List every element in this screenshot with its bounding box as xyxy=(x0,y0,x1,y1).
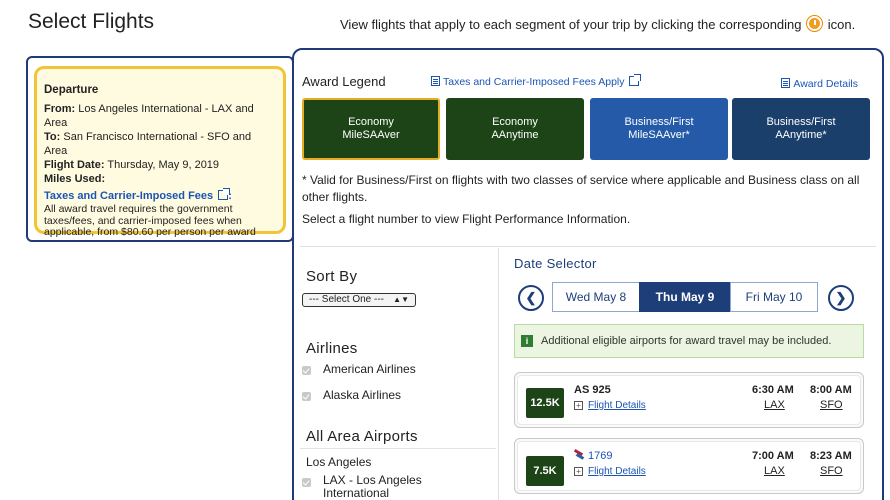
flight-card[interactable]: 12.5K AS 925 + Flight Details 6:30 AM 8:0… xyxy=(514,372,864,428)
external-link-icon xyxy=(629,74,642,86)
airlines-heading: Airlines xyxy=(306,340,358,357)
destination-airport[interactable]: SFO xyxy=(820,399,843,411)
area-city-label: Los Angeles xyxy=(306,455,372,469)
sort-by-select[interactable]: --- Select One --- ▲▼ xyxy=(302,293,416,307)
award-details-link[interactable]: Award Details xyxy=(781,78,858,90)
origin-airport[interactable]: LAX xyxy=(764,465,785,477)
departure-panel: Departure From: Los Angeles Internationa… xyxy=(26,56,294,242)
subtitle-text: View flights that apply to each segment … xyxy=(340,17,802,32)
document-icon xyxy=(781,78,791,88)
award-legend-title: Award Legend xyxy=(302,74,386,89)
economy-aanytime-button[interactable]: Economy AAnytime xyxy=(446,98,584,160)
page-title: Select Flights xyxy=(28,10,155,33)
flight-card[interactable]: 7.5K 1769 + Flight Details 7:00 AM 8:23 A… xyxy=(514,438,864,494)
departure-to: To: San Francisco International - SFO an… xyxy=(44,131,252,157)
flight-number[interactable]: AS 925 xyxy=(574,384,611,396)
select-arrows-icon: ▲▼ xyxy=(393,295,409,304)
document-icon xyxy=(431,76,440,86)
departure-title: Departure xyxy=(44,84,99,96)
info-banner: i Additional eligible airports for award… xyxy=(514,324,864,358)
airline-filter-american[interactable]: American Airlines xyxy=(302,362,416,376)
departure-card[interactable]: Departure From: Los Angeles Internationa… xyxy=(34,66,286,238)
airport-filter-lax[interactable]: LAX - Los Angeles International xyxy=(302,474,452,500)
business-valid-note: * Valid for Business/First on flights wi… xyxy=(302,173,860,204)
date-tab-wed[interactable]: Wed May 8 xyxy=(552,282,640,312)
checkbox[interactable] xyxy=(302,366,311,375)
date-selector-heading: Date Selector xyxy=(514,256,597,271)
airline-filter-alaska[interactable]: Alaska Airlines xyxy=(302,388,401,402)
economy-milesaaver-button[interactable]: Economy MileSAAver xyxy=(302,98,440,160)
main-panel: Award Legend Taxes and Carrier-Imposed F… xyxy=(292,48,884,500)
divider xyxy=(300,448,496,449)
segment-clock-icon xyxy=(807,16,823,31)
miles-used: Miles Used: xyxy=(44,173,106,185)
business-aanytime-button[interactable]: Business/First AAnytime* xyxy=(732,98,870,160)
select-flight-note: Select a flight number to view Flight Pe… xyxy=(302,212,631,226)
checkbox[interactable] xyxy=(302,478,311,487)
origin-airport[interactable]: LAX xyxy=(764,399,785,411)
depart-time: 7:00 AM xyxy=(752,450,794,462)
expand-icon: + xyxy=(574,467,583,476)
departure-date: Flight Date: Thursday, May 9, 2019 xyxy=(44,159,220,171)
sort-by-heading: Sort By xyxy=(306,268,358,285)
business-milesaaver-button[interactable]: Business/First MileSAAver* xyxy=(590,98,728,160)
taxes-fees-apply-link[interactable]: Taxes and Carrier-Imposed Fees Apply xyxy=(431,74,642,88)
expand-icon: + xyxy=(574,401,583,410)
chevron-left-icon[interactable]: ❮ xyxy=(518,285,544,311)
taxes-note: All award travel requires the government… xyxy=(44,203,256,238)
flight-details-link[interactable]: + Flight Details xyxy=(574,466,646,477)
divider xyxy=(498,248,499,500)
taxes-fees-link[interactable]: Taxes and Carrier-Imposed Fees : xyxy=(44,188,276,203)
flight-number[interactable]: 1769 xyxy=(574,450,612,462)
checkbox[interactable] xyxy=(302,392,311,401)
date-tab-fri[interactable]: Fri May 10 xyxy=(730,282,818,312)
arrive-time: 8:23 AM xyxy=(810,450,852,462)
date-tab-thu[interactable]: Thu May 9 xyxy=(639,282,731,312)
arrive-time: 8:00 AM xyxy=(810,384,852,396)
miles-badge[interactable]: 7.5K xyxy=(526,456,564,486)
american-airlines-logo-icon xyxy=(574,451,584,460)
date-selector: ❮ Wed May 8 Thu May 9 Fri May 10 ❯ xyxy=(514,282,859,314)
miles-badge[interactable]: 12.5K xyxy=(526,388,564,418)
subtitle-text-end: icon. xyxy=(827,17,856,32)
flight-details-link[interactable]: + Flight Details xyxy=(574,400,646,411)
page-subtitle: View flights that apply to each segment … xyxy=(340,16,855,32)
depart-time: 6:30 AM xyxy=(752,384,794,396)
external-link-icon xyxy=(218,188,231,200)
departure-from: From: Los Angeles International - LAX an… xyxy=(44,103,254,129)
divider xyxy=(300,246,876,247)
destination-airport[interactable]: SFO xyxy=(820,465,843,477)
area-airports-heading: All Area Airports xyxy=(306,428,418,445)
info-icon: i xyxy=(521,335,533,347)
chevron-right-icon[interactable]: ❯ xyxy=(828,285,854,311)
